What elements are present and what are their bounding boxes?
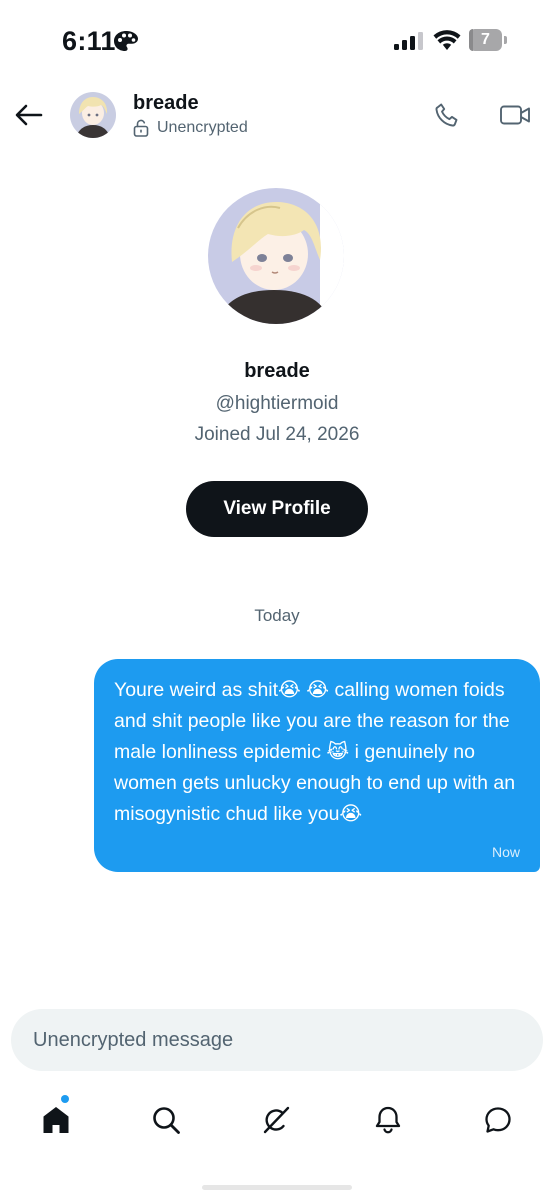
status-time: 6:11 [62,26,116,56]
notifications-icon [375,1106,401,1134]
message-composer [11,1009,543,1071]
nav-home[interactable] [36,1100,76,1140]
view-profile-button[interactable]: View Profile [186,481,368,537]
profile-joined-date: Joined Jul 24, 2026 [194,424,360,445]
nav-grok[interactable] [256,1100,296,1140]
message-text: Youre weird as shit😭 😭 calling women foi… [114,679,516,825]
nav-search[interactable] [146,1100,186,1140]
header-name[interactable]: breade [133,92,199,115]
back-button[interactable] [12,98,46,132]
profile-name: breade [244,360,310,382]
cellular-signal-icon [394,32,423,50]
search-icon [153,1107,180,1134]
message-timestamp: Now [491,844,520,860]
video-camera-icon [500,105,530,125]
nav-messages[interactable] [478,1100,518,1140]
battery-level: 7 [481,31,490,48]
status-bar: 6:11 7 [0,0,554,84]
profile-handle: @hightiermoid [215,393,339,414]
call-button[interactable] [430,98,464,132]
palette-icon [114,31,138,51]
grok-icon [263,1106,290,1134]
conversation-header: breade Unencrypted [0,84,554,148]
bottom-nav [0,1092,554,1152]
battery-icon: 7 [469,29,507,51]
day-divider: Today [254,606,300,625]
home-icon [43,1107,69,1133]
video-call-button[interactable] [496,98,534,132]
lock-open-icon [133,119,149,137]
wifi-icon [433,30,461,50]
back-arrow-icon [15,104,43,126]
phone-icon [435,103,458,127]
encryption-status: Unencrypted [133,119,248,137]
message-bubble[interactable]: Youre weird as shit😭 😭 calling women foi… [94,659,540,872]
profile-avatar[interactable] [208,188,344,324]
nav-notifications[interactable] [368,1100,408,1140]
message-input[interactable] [11,1009,543,1071]
messages-icon [485,1107,511,1133]
encryption-label: Unencrypted [157,119,248,136]
header-avatar[interactable] [70,92,116,138]
home-notification-dot [61,1095,69,1103]
home-indicator [202,1185,352,1190]
